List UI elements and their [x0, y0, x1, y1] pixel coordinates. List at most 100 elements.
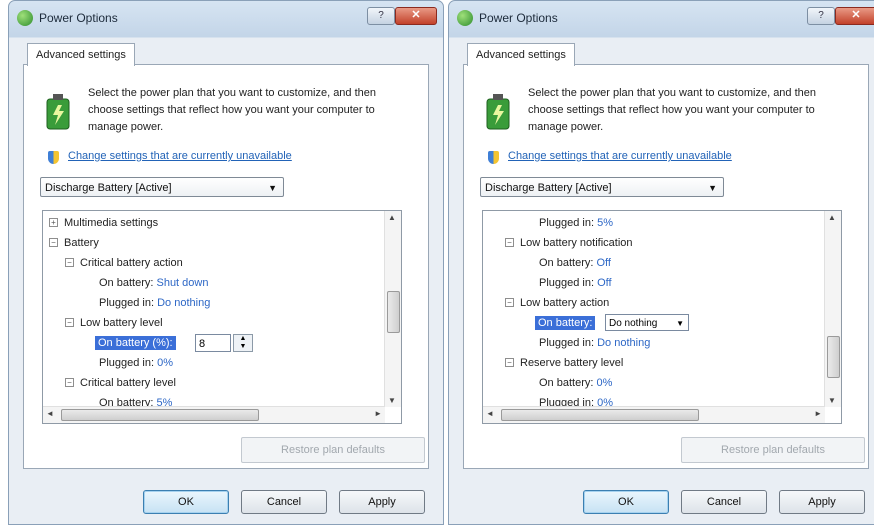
help-button[interactable]: ?	[807, 7, 835, 25]
tree-item-low-level-plugged-in[interactable]: Plugged in: 0%	[99, 353, 173, 373]
horizontal-scrollbar[interactable]: ◄ ►	[43, 406, 385, 423]
tree-item-low-notification[interactable]: − Low battery notification	[505, 233, 633, 253]
tab-advanced-settings[interactable]: Advanced settings	[27, 43, 135, 66]
tree-label: Multimedia settings	[64, 217, 159, 229]
horizontal-scrollbar[interactable]: ◄ ►	[483, 406, 825, 423]
apply-button[interactable]: Apply	[779, 490, 865, 514]
tree-item-crit-action-plugged-in[interactable]: Plugged in: Do nothing	[99, 293, 210, 313]
apply-button[interactable]: Apply	[339, 490, 425, 514]
tree-item-plugged-in[interactable]: Plugged in: 5%	[539, 213, 613, 233]
scroll-thumb[interactable]	[387, 291, 400, 333]
scroll-down-icon[interactable]: ▼	[388, 396, 396, 405]
cancel-button[interactable]: Cancel	[681, 490, 767, 514]
setting-value[interactable]: Do nothing	[157, 297, 210, 309]
intro-text: Select the power plan that you want to c…	[88, 87, 377, 133]
tab-advanced-settings[interactable]: Advanced settings	[467, 43, 575, 66]
tree-item-crit-action-on-battery[interactable]: On battery: Shut down	[99, 273, 208, 293]
tree-item-reserve-on-battery[interactable]: On battery: 0%	[539, 373, 612, 393]
chevron-down-icon: ▼	[676, 319, 684, 328]
spin-up-down-icon[interactable]: ▲ ▼	[233, 334, 253, 352]
setting-label: On battery:	[539, 377, 594, 389]
battery-plan-icon	[46, 94, 70, 130]
setting-value[interactable]: Off	[597, 277, 611, 289]
collapse-icon[interactable]: −	[49, 238, 58, 247]
low-action-dropdown[interactable]: Do nothing ▼	[605, 314, 689, 331]
scroll-thumb[interactable]	[61, 409, 259, 421]
setting-value[interactable]: Off	[596, 257, 610, 269]
ok-button[interactable]: OK	[583, 490, 669, 514]
power-options-icon	[17, 10, 33, 26]
scroll-thumb[interactable]	[501, 409, 699, 421]
tree-item-battery[interactable]: − Battery	[49, 233, 99, 253]
setting-label: Plugged in:	[539, 337, 595, 349]
power-plan-select[interactable]: Discharge Battery [Active] ▼	[480, 177, 724, 197]
expand-icon[interactable]: +	[49, 218, 58, 227]
tree-label: Low battery level	[80, 317, 163, 329]
scroll-up-icon[interactable]: ▲	[828, 213, 836, 222]
setting-value[interactable]: Shut down	[156, 277, 208, 289]
change-settings-link[interactable]: Change settings that are currently unava…	[68, 150, 292, 162]
intro-text: Select the power plan that you want to c…	[528, 87, 817, 133]
low-level-spin-input[interactable]: 8	[195, 334, 231, 352]
chevron-down-icon: ▼	[708, 183, 717, 193]
tree-item-action-plugged-in[interactable]: Plugged in: Do nothing	[539, 333, 650, 353]
setting-value[interactable]: 5%	[597, 217, 613, 229]
tree-item-low-level-on-battery[interactable]: On battery (%):	[95, 333, 176, 353]
collapse-icon[interactable]: −	[65, 258, 74, 267]
tree-item-notif-plugged-in[interactable]: Plugged in: Off	[539, 273, 612, 293]
cancel-button[interactable]: Cancel	[241, 490, 327, 514]
tree-label: Critical battery level	[80, 377, 176, 389]
settings-tree[interactable]: Plugged in: 5% − Low battery notification…	[482, 210, 842, 424]
tree-item-action-on-battery[interactable]: On battery:	[535, 313, 596, 333]
vertical-scrollbar[interactable]: ▲ ▼	[384, 211, 401, 407]
vertical-scrollbar[interactable]: ▲ ▼	[824, 211, 841, 407]
scroll-thumb[interactable]	[827, 336, 840, 378]
power-options-icon	[457, 10, 473, 26]
power-plan-select[interactable]: Discharge Battery [Active] ▼	[40, 177, 284, 197]
close-button[interactable]: ✕	[395, 7, 437, 25]
settings-tree[interactable]: + Multimedia settings − Battery − Critical …	[42, 210, 402, 424]
scroll-right-icon[interactable]: ►	[814, 409, 822, 418]
setting-label: On battery:	[539, 257, 594, 269]
tree-item-low-level[interactable]: − Low battery level	[65, 313, 163, 333]
scroll-left-icon[interactable]: ◄	[46, 409, 54, 418]
title-bar[interactable]: Power Options ? ✕	[9, 1, 443, 35]
restore-defaults-button[interactable]: Restore plan defaults	[681, 437, 865, 463]
power-plan-value: Discharge Battery [Active]	[45, 182, 172, 194]
setting-label: Plugged in:	[539, 217, 595, 229]
scroll-right-icon[interactable]: ►	[374, 409, 382, 418]
collapse-icon[interactable]: −	[505, 238, 514, 247]
uac-shield-icon	[48, 151, 59, 164]
selected-setting-label: On battery (%):	[95, 336, 176, 350]
tree-label: Battery	[64, 237, 99, 249]
collapse-icon[interactable]: −	[505, 358, 514, 367]
setting-value[interactable]: Do nothing	[597, 337, 650, 349]
close-button[interactable]: ✕	[835, 7, 874, 25]
setting-value[interactable]: 0%	[596, 377, 612, 389]
tree-label: Critical battery action	[80, 257, 183, 269]
battery-plan-icon	[486, 94, 510, 130]
setting-label: Plugged in:	[539, 277, 595, 289]
ok-button[interactable]: OK	[143, 490, 229, 514]
collapse-icon[interactable]: −	[65, 378, 74, 387]
collapse-icon[interactable]: −	[65, 318, 74, 327]
scroll-left-icon[interactable]: ◄	[486, 409, 494, 418]
tree-item-reserve-level[interactable]: − Reserve battery level	[505, 353, 623, 373]
chevron-down-icon: ▼	[268, 183, 277, 193]
tree-item-notif-on-battery[interactable]: On battery: Off	[539, 253, 611, 273]
tree-label: Reserve battery level	[520, 357, 624, 369]
power-plan-value: Discharge Battery [Active]	[485, 182, 612, 194]
collapse-icon[interactable]: −	[505, 298, 514, 307]
scroll-down-icon[interactable]: ▼	[828, 396, 836, 405]
tree-item-low-action[interactable]: − Low battery action	[505, 293, 609, 313]
title-bar[interactable]: Power Options ? ✕	[449, 1, 874, 35]
help-button[interactable]: ?	[367, 7, 395, 25]
restore-defaults-button[interactable]: Restore plan defaults	[241, 437, 425, 463]
change-settings-link[interactable]: Change settings that are currently unava…	[508, 150, 732, 162]
tree-item-critical-level[interactable]: − Critical battery level	[65, 373, 176, 393]
tree-item-critical-action[interactable]: − Critical battery action	[65, 253, 183, 273]
tree-label: Low battery action	[520, 297, 610, 309]
setting-value[interactable]: 0%	[157, 357, 173, 369]
tree-item-multimedia[interactable]: + Multimedia settings	[49, 213, 158, 233]
scroll-up-icon[interactable]: ▲	[388, 213, 396, 222]
